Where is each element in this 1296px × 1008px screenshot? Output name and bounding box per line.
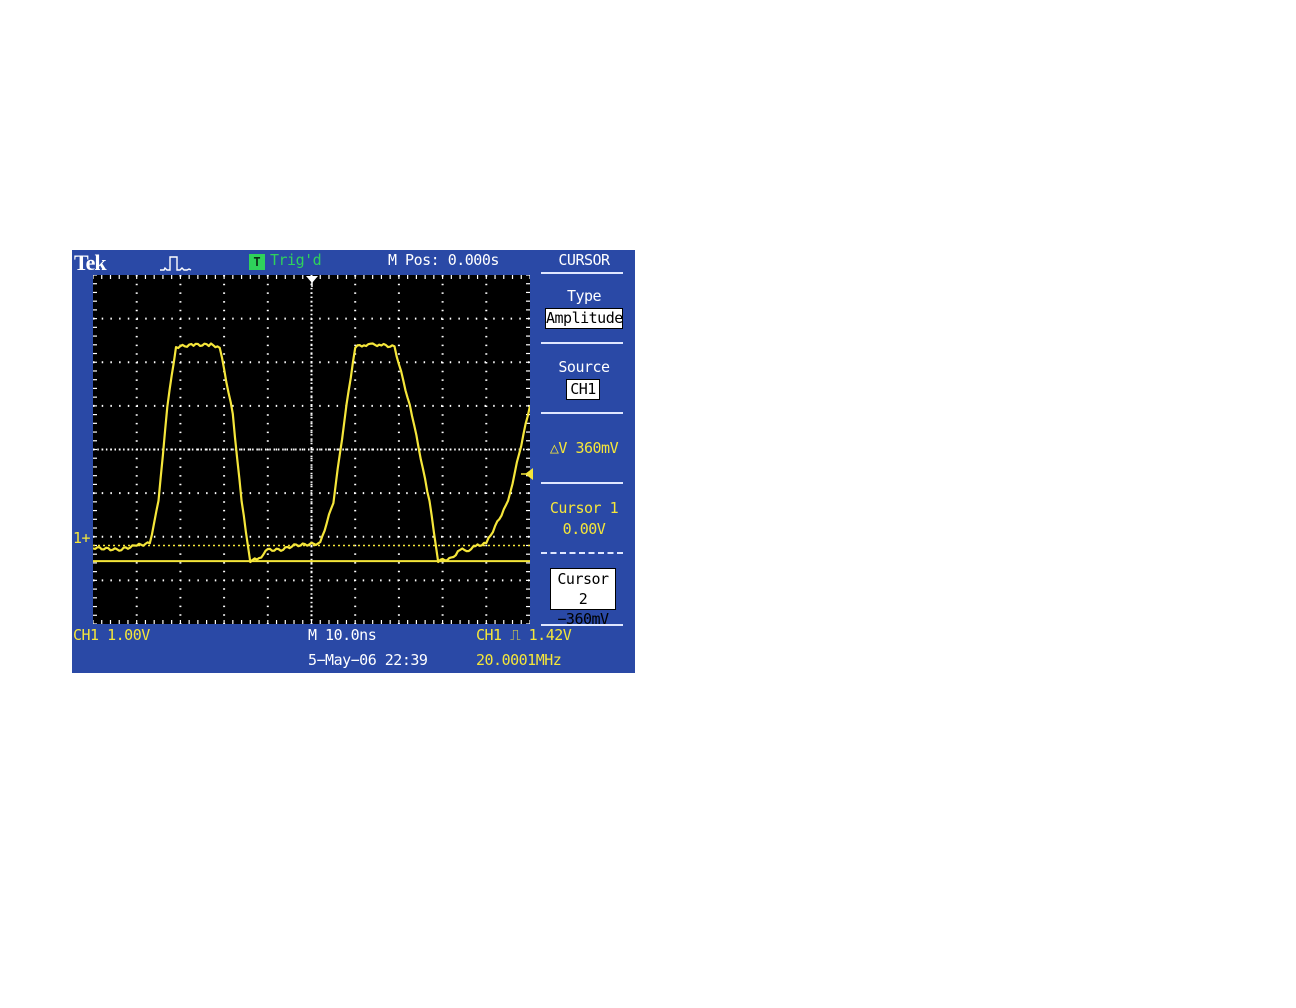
menu-cursor1-button[interactable]: Cursor 1 0.00V [541,484,627,552]
source-label: Source [558,358,610,376]
cursor2-label: Cursor 2 [557,570,609,608]
waveform-svg [93,275,530,624]
timebase: M 10.0ns [308,626,377,644]
oscilloscope-screen: Tek T Trig'd M Pos: 0.000s 1+ CURSOR Typ… [72,250,635,673]
trigger-level-marker [521,468,533,480]
type-value: Amplitude [545,308,623,329]
m-position: M Pos: 0.000s [388,251,499,269]
menu-source-button[interactable]: Source CH1 [541,344,627,412]
ch1-scale: CH1 1.00V [73,626,150,644]
pulse-waveform-icon [160,256,192,271]
type-label: Type [566,287,602,305]
delta-voltage: △V 360mV [549,439,619,457]
brand-logo: Tek [74,250,107,275]
trigger-status: Trig'd [270,251,322,269]
cursor1-label: Cursor 1 [549,499,619,517]
menu-title: CURSOR [558,251,610,269]
source-value: CH1 [566,379,600,400]
menu-type-button[interactable]: Type Amplitude [541,274,627,342]
trigger-status-badge: T [249,254,265,270]
waveform-plot [93,275,530,624]
cursor2-box: Cursor 2 −360mV [550,568,616,628]
ch1-ground-marker: 1+ [73,529,91,547]
trigger-readout: CH1 ⎍ 1.42V [476,626,572,644]
frequency: 20.0001MHz [476,651,562,669]
trigger-position-arrow [306,276,318,287]
menu-delta-readout: △V 360mV [541,414,627,482]
datetime: 5−May−06 22:39 [308,651,428,669]
menu-cursor2-button[interactable]: Cursor 2 −360mV [541,554,627,628]
cursor1-value: 0.00V [562,520,606,538]
